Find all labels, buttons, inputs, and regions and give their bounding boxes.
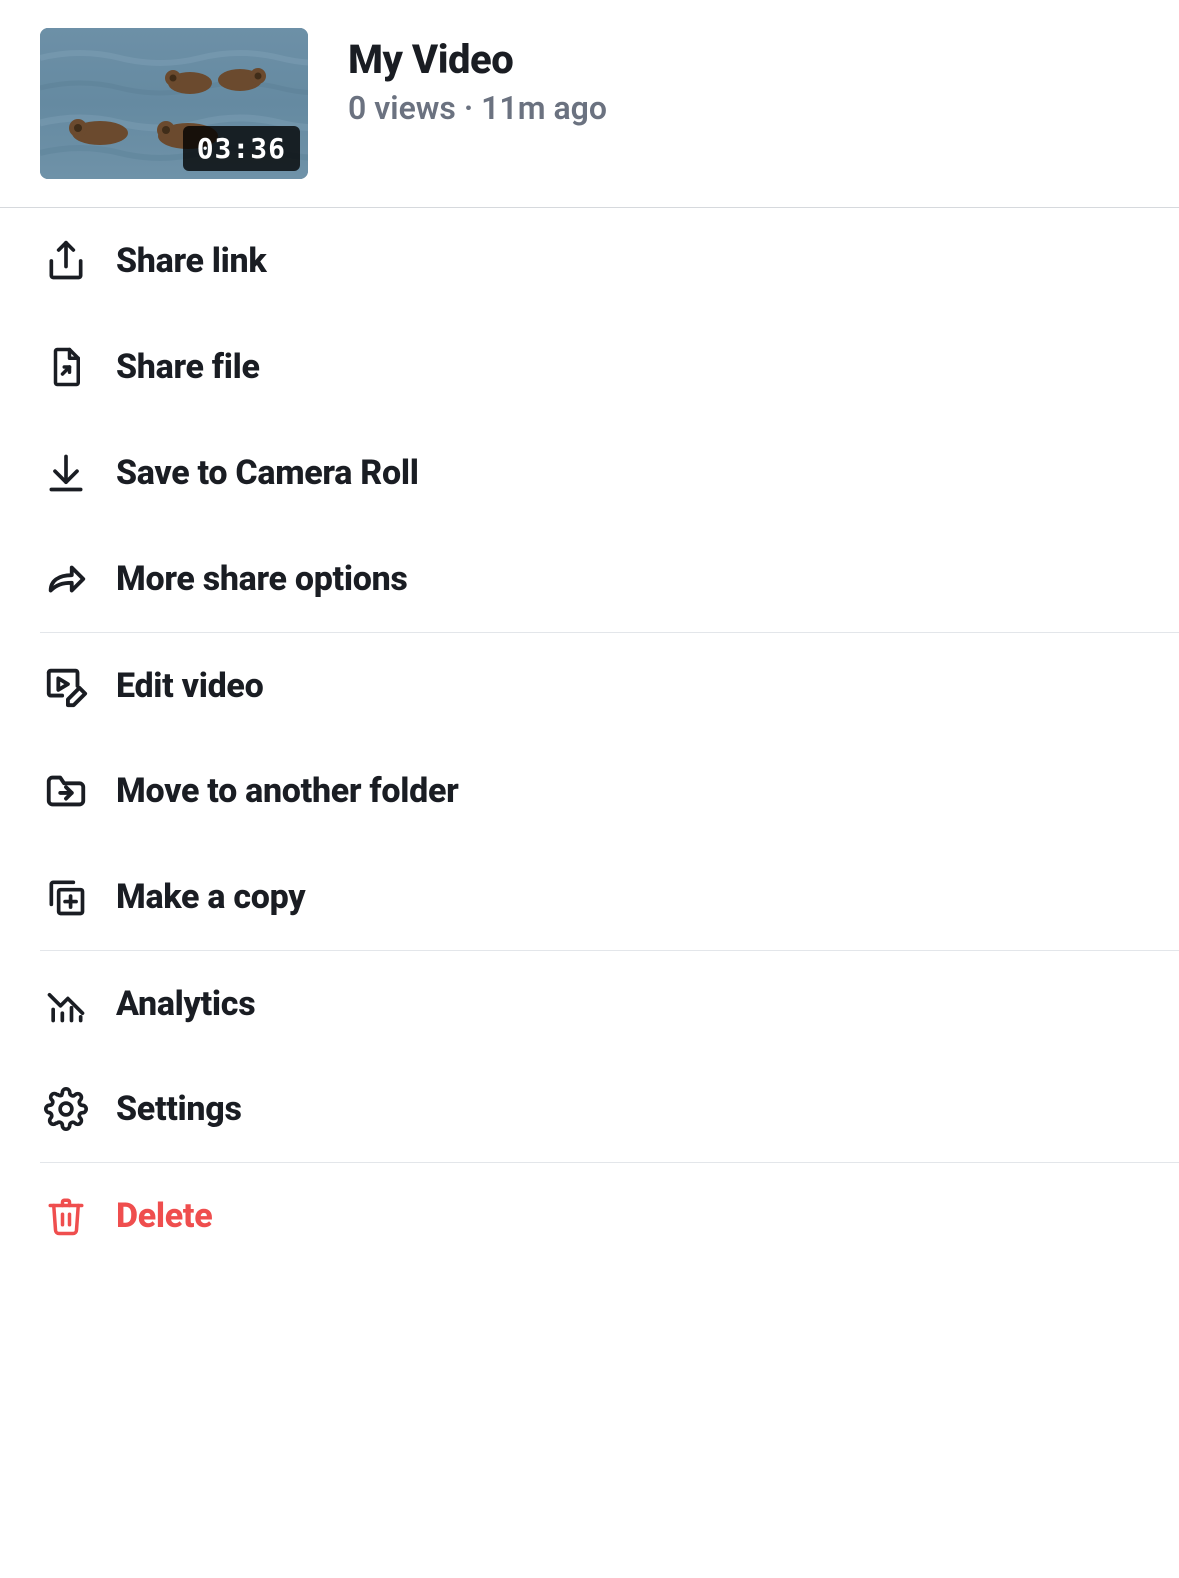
move-folder-item[interactable]: Move to another folder: [40, 738, 1179, 844]
video-thumbnail[interactable]: 03:36: [40, 28, 308, 179]
video-duration-badge: 03:36: [183, 126, 300, 171]
more-share-label: More share options: [116, 559, 408, 599]
video-subtitle: 0 views · 11m ago: [348, 89, 607, 127]
more-share-item[interactable]: More share options: [40, 526, 1179, 632]
share-link-item[interactable]: Share link: [40, 208, 1179, 314]
video-header: 03:36 My Video 0 views · 11m ago: [0, 0, 1179, 207]
edit-video-label: Edit video: [116, 666, 263, 706]
share-link-label: Share link: [116, 241, 266, 281]
video-meta: My Video 0 views · 11m ago: [308, 28, 607, 127]
move-folder-icon: [40, 765, 92, 817]
settings-item[interactable]: Settings: [40, 1056, 1179, 1162]
action-menu: Share link Share file Save to Camera Rol…: [0, 208, 1179, 1268]
gear-icon: [40, 1083, 92, 1135]
video-title: My Video: [348, 36, 607, 83]
video-age: 11m ago: [481, 89, 607, 127]
move-folder-label: Move to another folder: [116, 771, 458, 811]
dot-separator: ·: [464, 89, 473, 127]
edit-video-icon: [40, 660, 92, 712]
analytics-icon: [40, 978, 92, 1030]
edit-video-item[interactable]: Edit video: [40, 632, 1179, 738]
video-views: 0 views: [348, 89, 456, 127]
share-link-icon: [40, 235, 92, 287]
download-icon: [40, 447, 92, 499]
analytics-item[interactable]: Analytics: [40, 950, 1179, 1056]
delete-label: Delete: [116, 1196, 212, 1236]
save-camera-roll-item[interactable]: Save to Camera Roll: [40, 420, 1179, 526]
make-copy-label: Make a copy: [116, 877, 305, 917]
trash-icon: [40, 1190, 92, 1242]
share-file-icon: [40, 341, 92, 393]
settings-label: Settings: [116, 1089, 242, 1129]
delete-item[interactable]: Delete: [40, 1162, 1179, 1268]
copy-icon: [40, 871, 92, 923]
share-file-item[interactable]: Share file: [40, 314, 1179, 420]
save-camera-roll-label: Save to Camera Roll: [116, 453, 419, 493]
make-copy-item[interactable]: Make a copy: [40, 844, 1179, 950]
analytics-label: Analytics: [116, 984, 255, 1024]
share-file-label: Share file: [116, 347, 260, 387]
share-arrow-icon: [40, 553, 92, 605]
